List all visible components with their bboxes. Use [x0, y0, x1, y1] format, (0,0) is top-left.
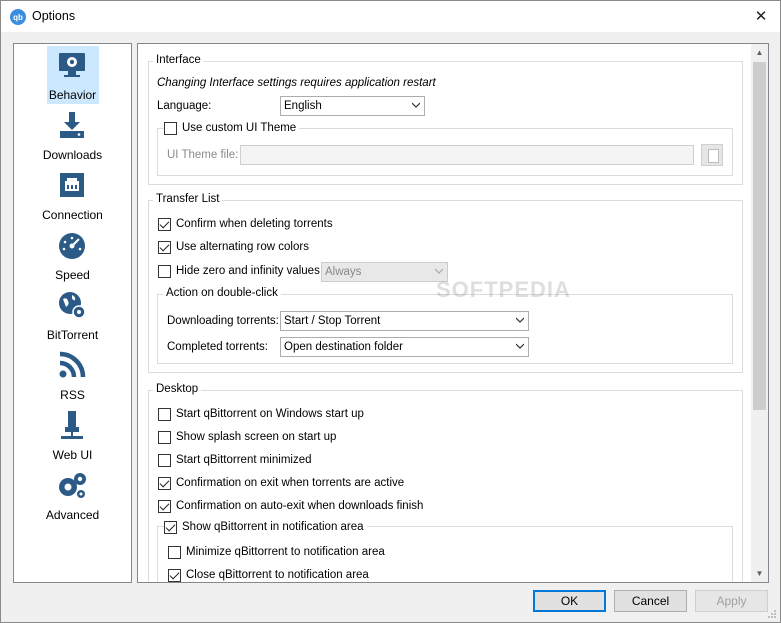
alt-row-colors-checkbox[interactable]: Use alternating row colors — [158, 238, 309, 256]
confirm-delete-label: Confirm when deleting torrents — [176, 218, 333, 230]
transfer-list-group-title: Transfer List — [153, 193, 223, 205]
confirm-auto-exit-label: Confirmation on auto-exit when downloads… — [176, 500, 424, 512]
category-sidebar: Behavior Downloads Connection Speed BitT… — [13, 43, 132, 583]
sidebar-item-advanced[interactable]: Advanced — [14, 466, 131, 526]
apply-button[interactable]: Apply — [695, 590, 768, 612]
checkbox-box[interactable] — [158, 430, 171, 444]
custom-theme-checkbox[interactable]: Use custom UI Theme — [164, 119, 300, 137]
sidebar-item-label: Speed — [55, 268, 90, 282]
double-click-group-title: Action on double-click — [163, 287, 281, 299]
show-tray-checkbox[interactable]: Show qBittorrent in notification area — [164, 518, 367, 536]
desktop-group-title: Desktop — [153, 383, 202, 395]
theme-file-label: UI Theme file: — [167, 149, 239, 161]
checkbox-box[interactable] — [164, 121, 177, 135]
close-icon[interactable]: ✕ — [750, 6, 772, 26]
title-bar: qb Options ✕ — [1, 1, 780, 32]
web-ui-plug-icon — [61, 411, 83, 439]
show-tray-label: Show qBittorrent in notification area — [182, 521, 364, 533]
checkbox-box[interactable] — [158, 217, 171, 231]
rss-icon — [59, 351, 86, 378]
checkbox-box[interactable] — [158, 476, 171, 490]
confirm-exit-checkbox[interactable]: Confirmation on exit when torrents are a… — [158, 474, 404, 492]
sidebar-item-behavior[interactable]: Behavior — [14, 46, 131, 106]
start-on-startup-label: Start qBittorrent on Windows start up — [176, 408, 364, 420]
softpedia-watermark: SOFTPEDIA — [436, 277, 571, 302]
sidebar-item-connection[interactable]: Connection — [14, 166, 131, 226]
hide-zero-mode-value: Always — [325, 266, 362, 278]
theme-file-input[interactable] — [240, 145, 694, 165]
minimize-tray-checkbox[interactable]: Minimize qBittorrent to notification are… — [168, 543, 385, 561]
hide-zero-mode-select[interactable]: Always — [321, 262, 448, 282]
vertical-scrollbar[interactable]: ▲ ▼ — [751, 44, 768, 582]
sidebar-item-label: Web UI — [52, 448, 93, 462]
hide-zero-label: Hide zero and infinity values — [176, 265, 320, 277]
close-tray-label: Close qBittorrent to notification area — [186, 569, 369, 581]
scroll-down-icon[interactable]: ▼ — [751, 565, 768, 582]
sidebar-item-downloads[interactable]: Downloads — [14, 106, 131, 166]
checkbox-box[interactable] — [158, 264, 171, 278]
confirm-auto-exit-checkbox[interactable]: Confirmation on auto-exit when downloads… — [158, 497, 423, 515]
language-value: English — [284, 100, 322, 112]
scroll-up-icon[interactable]: ▲ — [751, 44, 768, 61]
chevron-down-icon — [516, 317, 524, 323]
restart-note: Changing Interface settings requires app… — [157, 77, 436, 89]
sidebar-item-label: Advanced — [45, 508, 100, 522]
qbittorrent-app-icon: qb — [10, 9, 26, 25]
start-minimized-checkbox[interactable]: Start qBittorrent minimized — [158, 451, 312, 469]
downloading-action-select[interactable]: Start / Stop Torrent — [280, 311, 529, 331]
start-on-startup-checkbox[interactable]: Start qBittorrent on Windows start up — [158, 405, 364, 423]
minimize-tray-label: Minimize qBittorrent to notification are… — [186, 546, 385, 558]
sidebar-item-rss[interactable]: RSS — [14, 346, 131, 406]
sidebar-item-label: RSS — [60, 388, 85, 402]
settings-panel: Interface Changing Interface settings re… — [137, 43, 769, 583]
splash-screen-label: Show splash screen on start up — [176, 431, 337, 443]
network-port-icon — [60, 173, 84, 197]
checkbox-box[interactable] — [168, 568, 181, 582]
custom-theme-label: Use custom UI Theme — [182, 122, 297, 134]
splash-screen-checkbox[interactable]: Show splash screen on start up — [158, 428, 336, 446]
sidebar-item-label: Connection — [42, 208, 103, 222]
ok-button[interactable]: OK — [533, 590, 606, 612]
checkbox-box[interactable] — [158, 240, 171, 254]
sidebar-item-speed[interactable]: Speed — [14, 226, 131, 286]
sidebar-item-label: Downloads — [42, 148, 103, 162]
hide-zero-checkbox[interactable]: Hide zero and infinity values — [158, 262, 320, 280]
chevron-down-icon — [435, 268, 443, 274]
resize-grip-icon[interactable] — [767, 609, 777, 619]
sidebar-item-label: Behavior — [48, 88, 97, 102]
checkbox-box[interactable] — [158, 453, 171, 467]
monitor-gear-icon — [59, 53, 85, 77]
window-title: Options — [32, 9, 76, 23]
language-label: Language: — [157, 100, 212, 112]
sidebar-item-label: BitTorrent — [46, 328, 99, 342]
start-minimized-label: Start qBittorrent minimized — [176, 454, 312, 466]
confirm-exit-label: Confirmation on exit when torrents are a… — [176, 477, 405, 489]
scroll-thumb[interactable] — [753, 62, 766, 410]
completed-label: Completed torrents: — [167, 341, 268, 353]
cancel-button[interactable]: Cancel — [614, 590, 687, 612]
checkbox-box[interactable] — [158, 499, 171, 513]
sidebar-item-web-ui[interactable]: Web UI — [14, 406, 131, 466]
close-tray-checkbox[interactable]: Close qBittorrent to notification area — [168, 566, 369, 582]
globe-gear-icon — [59, 292, 86, 319]
completed-action-value: Open destination folder — [284, 341, 403, 353]
download-tray-icon — [60, 112, 84, 138]
downloading-action-value: Start / Stop Torrent — [284, 315, 381, 327]
checkbox-box[interactable] — [164, 520, 177, 534]
checkbox-box[interactable] — [168, 545, 181, 559]
alt-row-colors-label: Use alternating row colors — [176, 241, 309, 253]
checkbox-box[interactable] — [158, 407, 171, 421]
confirm-delete-checkbox[interactable]: Confirm when deleting torrents — [158, 215, 333, 233]
interface-group-title: Interface — [153, 54, 204, 66]
chevron-down-icon — [412, 102, 420, 108]
chevron-down-icon — [516, 343, 524, 349]
speedometer-icon — [59, 233, 85, 259]
language-select[interactable]: English — [280, 96, 425, 116]
sidebar-item-bittorrent[interactable]: BitTorrent — [14, 286, 131, 346]
downloading-label: Downloading torrents: — [167, 315, 279, 327]
options-dialog: qb Options ✕ Behavior Downloads Connecti… — [0, 0, 781, 623]
browse-file-button[interactable] — [701, 144, 723, 166]
gears-icon — [59, 473, 86, 498]
completed-action-select[interactable]: Open destination folder — [280, 337, 529, 357]
